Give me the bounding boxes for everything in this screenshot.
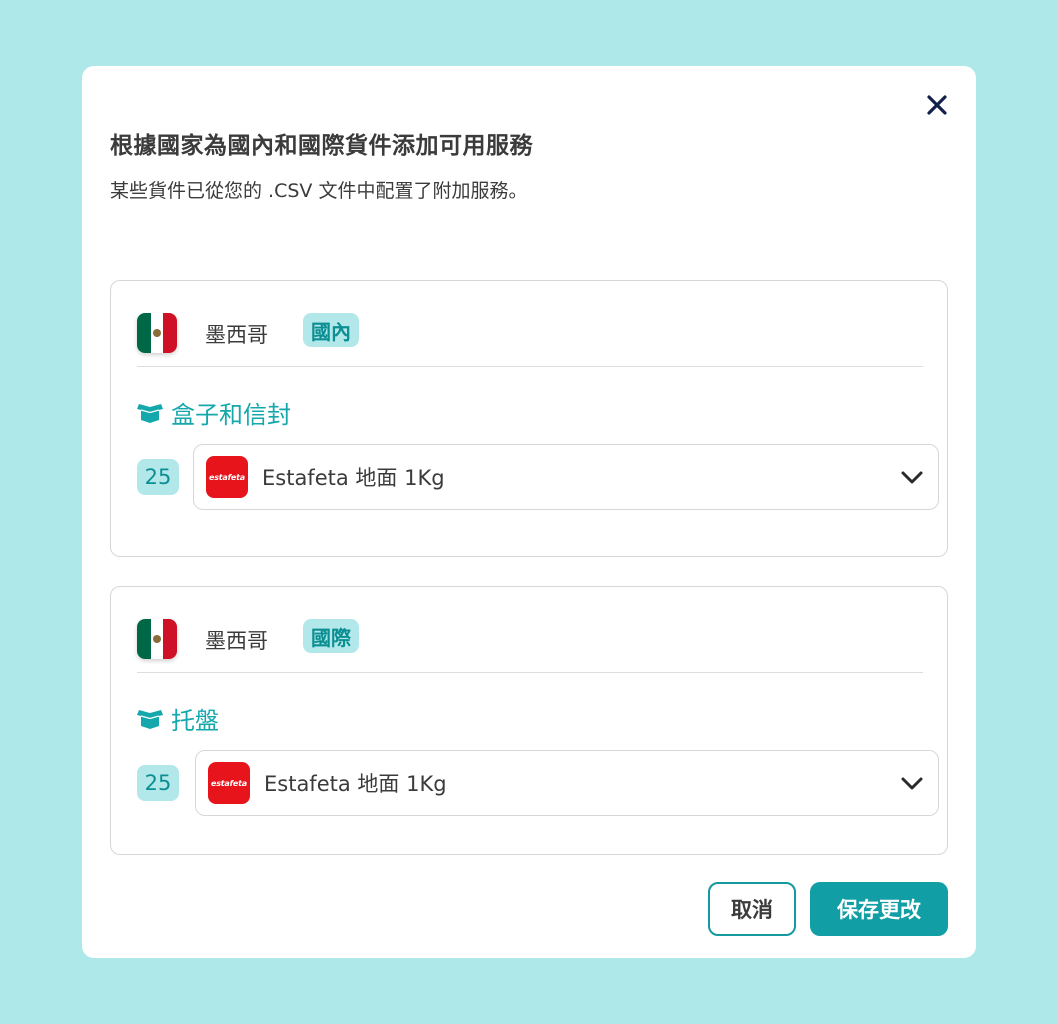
service-select[interactable]: estafeta Estafeta 地面 1Kg	[193, 444, 939, 510]
section-header: 墨西哥 國際	[137, 617, 923, 673]
category-text: 盒子和信封	[171, 401, 291, 429]
close-icon	[927, 95, 947, 115]
category-text: 托盤	[171, 707, 219, 735]
chevron-down-icon	[901, 777, 923, 790]
category-label: 盒子和信封	[137, 395, 291, 430]
mexico-flag-icon	[137, 313, 177, 353]
section-header: 墨西哥 國內	[137, 311, 923, 367]
chevron-down-icon	[901, 471, 923, 484]
scope-badge: 國際	[303, 619, 359, 653]
country-name: 墨西哥	[205, 323, 268, 347]
scope-badge: 國內	[303, 313, 359, 347]
service-select-value: Estafeta 地面 1Kg	[262, 466, 445, 490]
close-button[interactable]	[922, 90, 952, 120]
box-icon	[137, 403, 163, 423]
shipment-section-international: 墨西哥 國際 托盤 25 estafeta Estafeta 地面 1Kg	[110, 586, 948, 855]
shipment-section-domestic: 墨西哥 國內 盒子和信封 25 estafeta Estafeta 地面 1Kg	[110, 280, 948, 557]
quantity-badge: 25	[137, 459, 179, 495]
service-select-value: Estafeta 地面 1Kg	[264, 772, 447, 796]
category-label: 托盤	[137, 701, 219, 736]
service-select[interactable]: estafeta Estafeta 地面 1Kg	[195, 750, 939, 816]
save-changes-button[interactable]: 保存更改	[810, 882, 948, 936]
dialog-title: 根據國家為國內和國際貨件添加可用服務	[110, 133, 533, 159]
quantity-badge: 25	[137, 765, 179, 801]
mexico-flag-icon	[137, 619, 177, 659]
country-name: 墨西哥	[205, 629, 268, 653]
box-icon	[137, 709, 163, 729]
cancel-button[interactable]: 取消	[708, 882, 796, 936]
carrier-logo: estafeta	[208, 762, 250, 804]
carrier-logo: estafeta	[206, 456, 248, 498]
dialog-subtitle: 某些貨件已從您的 .CSV 文件中配置了附加服務。	[110, 180, 528, 202]
dialog: 根據國家為國內和國際貨件添加可用服務 某些貨件已從您的 .CSV 文件中配置了附…	[82, 66, 976, 958]
